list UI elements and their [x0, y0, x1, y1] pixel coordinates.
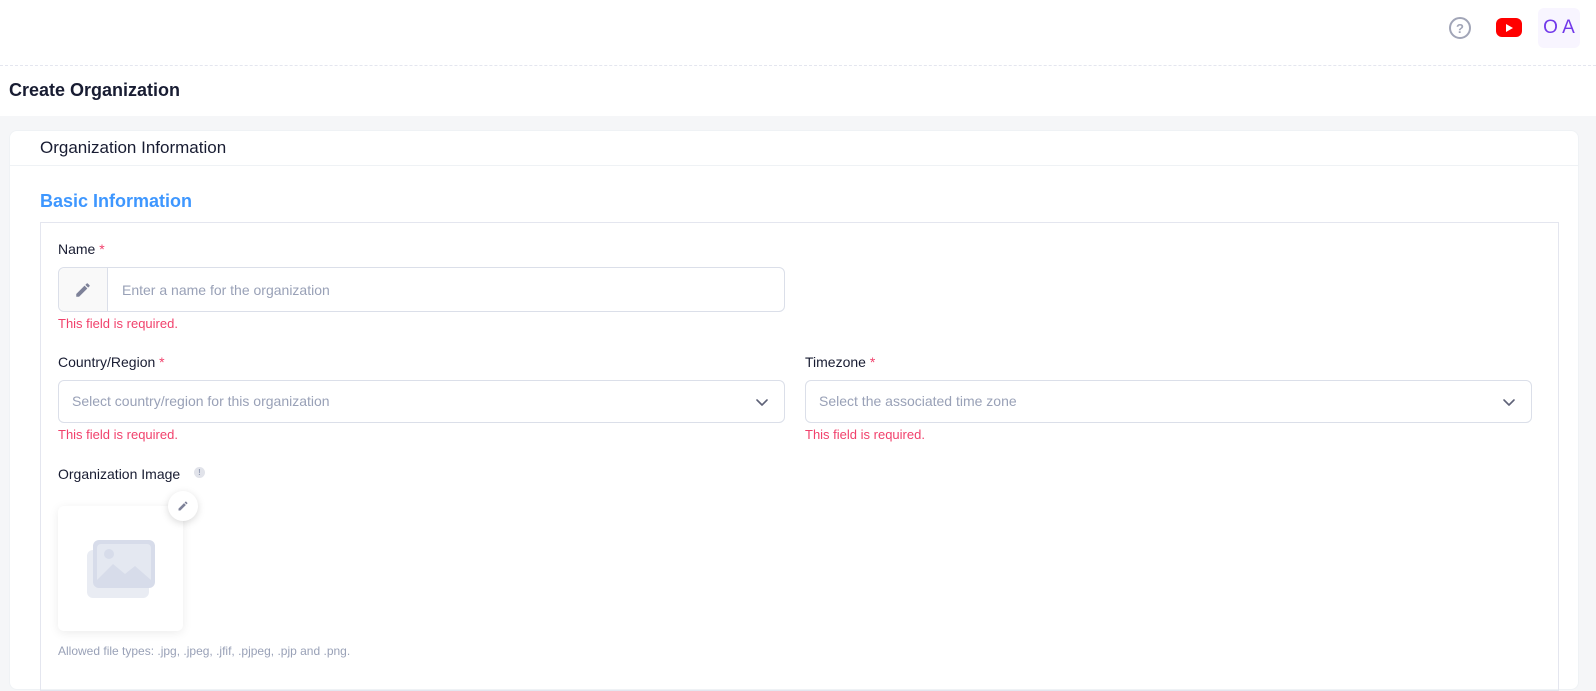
image-label: Organization Image	[58, 466, 181, 482]
pencil-icon	[59, 268, 108, 311]
card-header: Organization Information	[10, 131, 1578, 166]
required-mark: *	[159, 354, 165, 370]
timezone-select-placeholder: Select the associated time zone	[819, 393, 1017, 409]
info-icon[interactable]: !	[194, 467, 205, 478]
help-icon[interactable]: ?	[1449, 17, 1471, 39]
name-input-group	[58, 267, 785, 312]
organization-image-preview	[58, 506, 183, 631]
image-edit-button[interactable]	[168, 491, 198, 521]
organization-card: Organization Information Basic Informati…	[9, 130, 1579, 691]
user-avatar[interactable]: O A	[1538, 8, 1580, 48]
pencil-icon	[178, 501, 188, 511]
file-types-hint: Allowed file types: .jpg, .jpeg, .jfif, …	[58, 644, 351, 658]
card-title: Organization Information	[40, 138, 227, 157]
name-label: Name *	[58, 241, 105, 257]
chevron-down-icon	[756, 399, 768, 406]
country-select-placeholder: Select country/region for this organizat…	[72, 393, 330, 409]
name-input[interactable]	[108, 268, 784, 311]
chevron-down-icon	[1503, 399, 1515, 406]
country-label-text: Country/Region	[58, 354, 156, 370]
name-label-text: Name	[58, 241, 96, 257]
basic-information-section: Name * This field is required. Country/R…	[40, 222, 1559, 691]
page-title: Create Organization	[9, 80, 181, 100]
timezone-select[interactable]: Select the associated time zone	[805, 380, 1532, 423]
country-select[interactable]: Select country/region for this organizat…	[58, 380, 785, 423]
page-title-bar: Create Organization	[0, 66, 1596, 116]
timezone-error: This field is required.	[805, 427, 925, 442]
image-icon	[86, 539, 155, 598]
required-mark: *	[99, 241, 105, 257]
required-mark: *	[869, 354, 876, 370]
top-header: ? O A	[0, 0, 1596, 66]
country-label: Country/Region *	[58, 354, 165, 370]
youtube-icon[interactable]	[1496, 18, 1522, 37]
section-title: Basic Information	[40, 191, 193, 211]
name-error: This field is required.	[58, 316, 178, 331]
timezone-label-text: Timezone	[805, 354, 866, 370]
timezone-label: Timezone *	[805, 354, 875, 370]
country-error: This field is required.	[58, 427, 178, 442]
